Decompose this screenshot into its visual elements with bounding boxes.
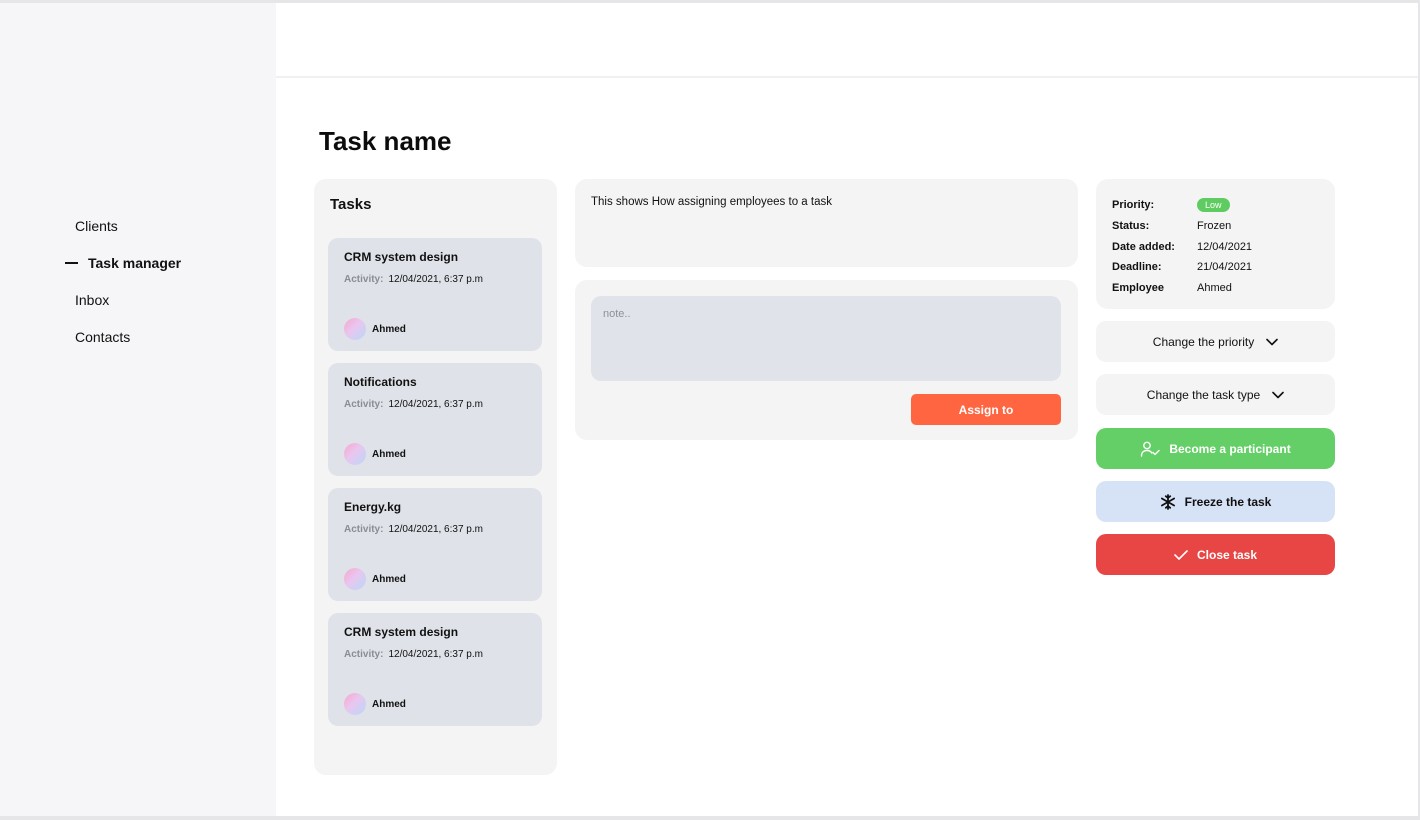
- employee-label: Employee: [1112, 282, 1164, 295]
- task-assignee: Ahmed: [344, 443, 406, 465]
- task-activity: Activity: 12/04/2021, 6:37 p.m: [344, 649, 483, 660]
- assignee-name: Ahmed: [372, 573, 406, 585]
- sidebar-item-clients[interactable]: Clients: [75, 207, 181, 244]
- freeze-task-label: Freeze the task: [1184, 494, 1272, 509]
- task-card[interactable]: Energy.kg Activity: 12/04/2021, 6:37 p.m …: [328, 488, 542, 601]
- deadline-row: Deadline: 21/04/2021: [1112, 257, 1252, 278]
- deadline-label: Deadline:: [1112, 261, 1162, 274]
- task-assignee: Ahmed: [344, 568, 406, 590]
- sidebar-item-contacts[interactable]: Contacts: [75, 318, 181, 355]
- note-panel: Assign to: [575, 280, 1078, 440]
- change-task-type-dropdown[interactable]: Change the task type: [1096, 374, 1335, 415]
- task-info-panel: Priority: Low Status: Frozen Date added:…: [1096, 179, 1335, 309]
- task-title: Notifications: [344, 375, 417, 389]
- task-activity: Activity: 12/04/2021, 6:37 p.m: [344, 524, 483, 535]
- become-participant-label: Become a participant: [1169, 441, 1291, 456]
- assign-button[interactable]: Assign to: [911, 394, 1061, 425]
- sidebar-item-inbox[interactable]: Inbox: [75, 281, 181, 318]
- status-row: Status: Frozen: [1112, 216, 1252, 237]
- check-icon: [1174, 549, 1188, 560]
- employee-row: Employee Ahmed: [1112, 278, 1252, 299]
- change-priority-label: Change the priority: [1152, 334, 1255, 349]
- sidebar: Clients Task manager Inbox Contacts: [0, 3, 276, 816]
- user-check-icon: [1140, 441, 1161, 457]
- priority-row: Priority: Low: [1112, 195, 1252, 216]
- task-title: Energy.kg: [344, 500, 402, 514]
- close-task-label: Close task: [1196, 547, 1258, 562]
- activity-value: 12/04/2021, 6:37 p.m: [388, 524, 483, 535]
- task-card[interactable]: CRM system design Activity: 12/04/2021, 6…: [328, 613, 542, 726]
- activity-value: 12/04/2021, 6:37 p.m: [388, 274, 483, 285]
- page-title: Task name: [319, 126, 452, 156]
- dash-icon: [65, 261, 78, 264]
- avatar: [344, 318, 366, 340]
- chevron-down-icon: [1266, 338, 1278, 346]
- priority-label: Priority:: [1112, 199, 1155, 212]
- sidebar-nav: Clients Task manager Inbox Contacts: [65, 207, 181, 355]
- sidebar-item-task-manager[interactable]: Task manager: [65, 244, 181, 281]
- tasks-panel: Tasks CRM system design Activity: 12/04/2…: [314, 179, 557, 775]
- status-label: Status:: [1112, 220, 1150, 233]
- date-added-value: 12/04/2021: [1197, 240, 1253, 253]
- tasks-heading: Tasks: [330, 196, 372, 213]
- chevron-down-icon: [1272, 391, 1285, 399]
- sidebar-item-label: Clients: [75, 217, 118, 234]
- task-activity: Activity: 12/04/2021, 6:37 p.m: [344, 399, 483, 410]
- task-activity: Activity: 12/04/2021, 6:37 p.m: [344, 274, 483, 285]
- freeze-task-button[interactable]: Freeze the task: [1096, 481, 1335, 522]
- change-priority-dropdown[interactable]: Change the priority: [1096, 321, 1335, 362]
- task-title: CRM system design: [344, 625, 459, 639]
- task-card[interactable]: CRM system design Activity: 12/04/2021, 6…: [328, 238, 542, 351]
- employee-value: Ahmed: [1197, 282, 1232, 295]
- sidebar-item-label: Contacts: [75, 328, 131, 345]
- task-assignee: Ahmed: [344, 693, 406, 715]
- activity-label: Activity:: [344, 649, 384, 660]
- activity-value: 12/04/2021, 6:37 p.m: [388, 649, 483, 660]
- activity-value: 12/04/2021, 6:37 p.m: [388, 399, 483, 410]
- description-panel: This shows How assigning employees to a …: [575, 179, 1078, 267]
- avatar: [344, 568, 366, 590]
- close-task-button[interactable]: Close task: [1096, 534, 1335, 575]
- status-value: Frozen: [1197, 220, 1232, 233]
- assignee-name: Ahmed: [372, 698, 406, 710]
- note-input[interactable]: [591, 296, 1061, 381]
- top-bar: [276, 3, 1418, 78]
- date-added-label: Date added:: [1112, 240, 1175, 253]
- priority-badge: Low: [1197, 198, 1230, 213]
- sidebar-item-label: Inbox: [75, 291, 110, 308]
- avatar: [344, 443, 366, 465]
- avatar: [344, 693, 366, 715]
- assignee-name: Ahmed: [372, 448, 406, 460]
- activity-label: Activity:: [344, 399, 384, 410]
- task-title: CRM system design: [344, 250, 459, 264]
- activity-label: Activity:: [344, 274, 384, 285]
- task-description: This shows How assigning employees to a …: [591, 196, 832, 208]
- sidebar-item-label: Task manager: [88, 254, 182, 271]
- task-assignee: Ahmed: [344, 318, 406, 340]
- snowflake-icon: [1160, 493, 1176, 510]
- date-added-row: Date added: 12/04/2021: [1112, 236, 1252, 257]
- assignee-name: Ahmed: [372, 323, 406, 335]
- deadline-value: 21/04/2021: [1197, 261, 1253, 274]
- activity-label: Activity:: [344, 524, 384, 535]
- change-task-type-label: Change the task type: [1146, 387, 1261, 402]
- become-participant-button[interactable]: Become a participant: [1096, 428, 1335, 469]
- task-card[interactable]: Notifications Activity: 12/04/2021, 6:37 …: [328, 363, 542, 476]
